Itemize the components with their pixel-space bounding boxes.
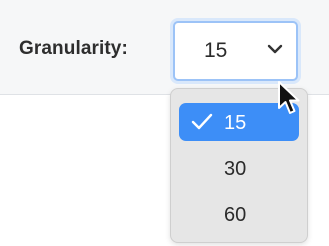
option-label: 60 [224, 204, 247, 226]
checkmark-icon [191, 113, 213, 130]
chevron-down-icon [267, 44, 283, 54]
granularity-select[interactable]: 15 [173, 21, 298, 81]
granularity-option-30[interactable]: 30 [179, 149, 299, 187]
granularity-select-value: 15 [204, 39, 228, 62]
mouse-cursor-icon [278, 81, 300, 114]
option-label: 30 [224, 158, 247, 180]
granularity-label: Granularity: [19, 38, 128, 59]
option-label: 15 [224, 112, 247, 134]
granularity-option-60[interactable]: 60 [179, 195, 299, 233]
